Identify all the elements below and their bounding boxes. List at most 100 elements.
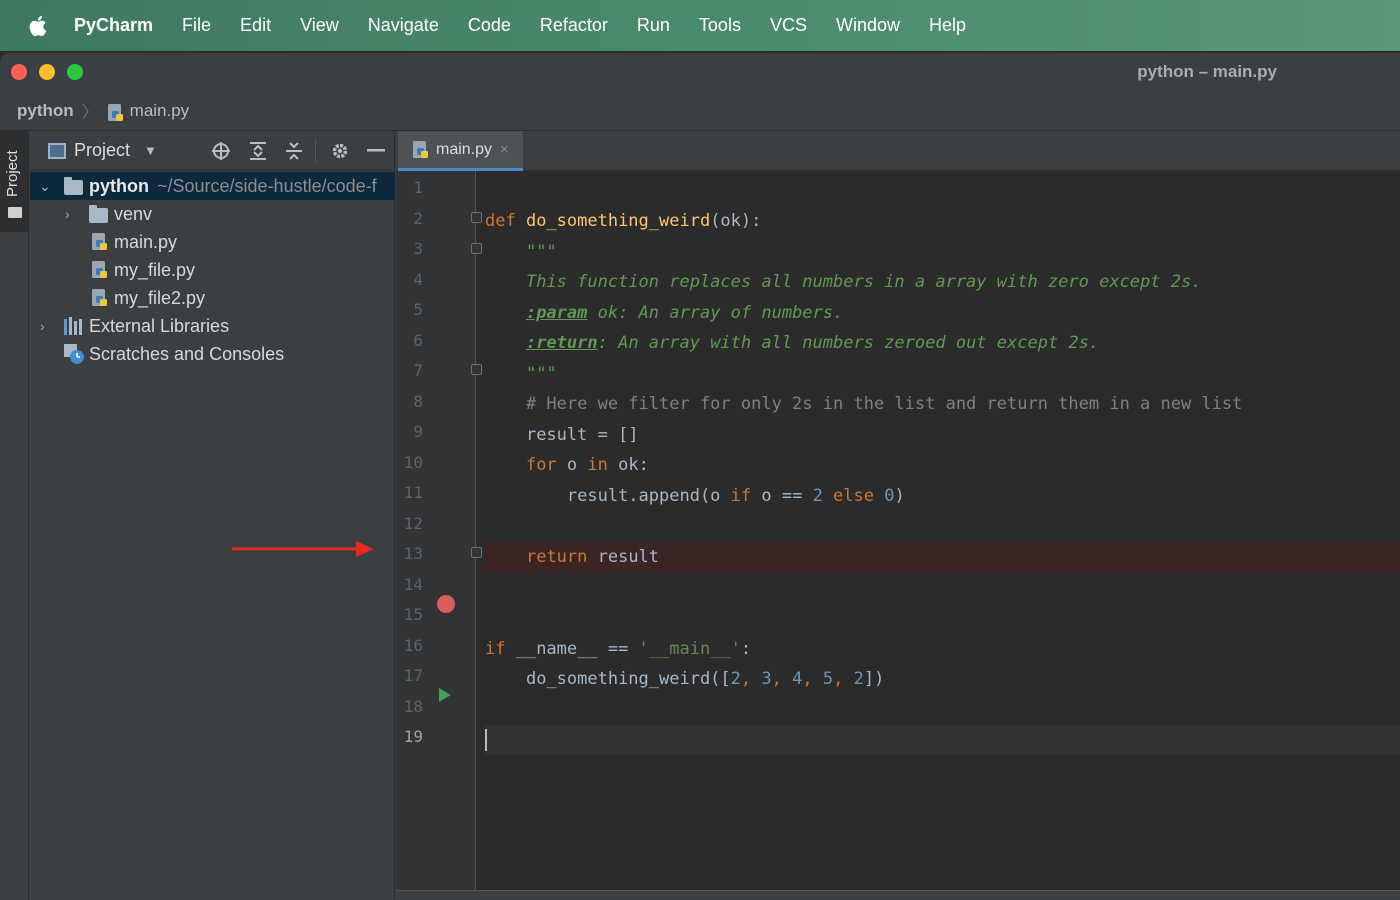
python-file-icon [91, 232, 109, 252]
line-number: 17 [403, 666, 423, 685]
menu-code[interactable]: Code [468, 15, 511, 36]
menu-view[interactable]: View [300, 15, 339, 36]
tree-item-label: Scratches and Consoles [89, 343, 285, 364]
tree-item-venv[interactable]: › venv [30, 200, 395, 228]
code-editor: main.py × 1 2 3 4 5 6 7 8 9 10 11 12 13 … [396, 131, 1400, 900]
code-line-16: if __name__ == '__main__': [485, 639, 752, 659]
python-file-icon [91, 260, 109, 280]
menu-tools[interactable]: Tools [699, 15, 741, 36]
python-file-icon [412, 140, 430, 160]
ide-window: python – main.py python 〉 main.py Projec… [0, 53, 1400, 900]
macos-menu-bar: PyCharm File Edit View Navigate Code Ref… [0, 0, 1400, 51]
code-line-6: :return: An array with all numbers zeroe… [525, 333, 1100, 353]
chevron-right-icon[interactable]: › [40, 318, 45, 334]
line-number: 18 [403, 697, 423, 716]
line-number: 4 [413, 270, 423, 289]
line-number: 14 [403, 575, 423, 594]
line-number: 19 [403, 727, 423, 746]
breadcrumb-file[interactable]: main.py [130, 101, 190, 121]
tree-item-label: my_file.py [114, 259, 196, 280]
tree-item-main-py[interactable]: main.py [30, 228, 395, 256]
code-line-10: for o in ok: [525, 455, 649, 475]
code-line-5: :param ok: An array of numbers. [525, 303, 844, 323]
menu-vcs[interactable]: VCS [770, 15, 807, 36]
tree-item-label: my_file2.py [114, 287, 206, 308]
tree-item-label: main.py [114, 231, 178, 252]
gear-icon[interactable] [329, 140, 351, 162]
tab-label: main.py [436, 140, 493, 158]
menu-file[interactable]: File [182, 15, 211, 36]
tree-item-label: venv [114, 203, 153, 224]
project-panel: Project ▼ ⌄ python ~/Source/side-hustle/… [30, 131, 395, 900]
text-caret [485, 729, 487, 751]
code-line-2: def do_something_weird(ok): [485, 211, 762, 231]
menu-navigate[interactable]: Navigate [368, 15, 439, 36]
chevron-down-icon[interactable]: ⌄ [39, 178, 51, 195]
title-bar: python – main.py [0, 53, 1400, 91]
menu-refactor[interactable]: Refactor [540, 15, 608, 36]
menu-run[interactable]: Run [637, 15, 670, 36]
tree-item-my-file-py[interactable]: my_file.py [30, 256, 395, 284]
collapse-all-icon[interactable] [283, 140, 305, 162]
line-number: 7 [413, 361, 423, 380]
code-line-11: result.append(o if o == 2 else 0) [566, 486, 905, 506]
toolbar-divider [315, 139, 316, 163]
project-view-title[interactable]: Project [74, 140, 130, 161]
line-number: 13 [403, 544, 423, 563]
folder-icon [64, 177, 83, 195]
run-play-icon[interactable] [438, 687, 452, 708]
locate-file-crosshair-icon[interactable] [210, 140, 232, 162]
scratches-clock-icon [63, 343, 85, 368]
zoom-window-button[interactable] [67, 64, 83, 80]
view-dropdown-chevron-down-icon[interactable]: ▼ [144, 143, 157, 158]
code-line-13-breakpoint: return result [485, 542, 1400, 572]
app-name-menu[interactable]: PyCharm [74, 15, 153, 36]
project-tool-tab-label: Project [4, 150, 21, 197]
tree-item-my-file2-py[interactable]: my_file2.py [30, 284, 395, 312]
code-line-17: do_something_weird([2, 3, 4, 5, 2]) [525, 669, 885, 689]
project-tool-tab[interactable]: Project [0, 131, 29, 232]
tree-item-label: python [89, 175, 149, 196]
menu-help[interactable]: Help [929, 15, 966, 36]
folder-icon [89, 205, 108, 223]
python-file-icon [91, 288, 109, 308]
editor-tab-bar: main.py × [396, 131, 1400, 171]
fold-marker-icon[interactable] [471, 243, 482, 254]
line-number: 8 [413, 392, 423, 411]
library-bars-icon [64, 317, 84, 340]
minimize-window-button[interactable] [39, 64, 55, 80]
close-tab-icon[interactable]: × [500, 141, 509, 158]
fold-marker-icon[interactable] [471, 364, 482, 375]
menu-window[interactable]: Window [836, 15, 900, 36]
code-line-8: # Here we filter for only 2s in the list… [525, 394, 1243, 414]
tree-item-path: ~/Source/side-hustle/code-f [157, 175, 377, 196]
fold-marker-icon[interactable] [471, 547, 482, 558]
breakpoint-icon[interactable] [437, 595, 455, 613]
tree-item-python-root[interactable]: ⌄ python ~/Source/side-hustle/code-f [30, 172, 395, 200]
close-window-button[interactable] [11, 64, 27, 80]
menu-edit[interactable]: Edit [240, 15, 271, 36]
expand-all-icon[interactable] [247, 140, 269, 162]
tab-main-py[interactable]: main.py × [398, 131, 523, 171]
code-line-3: """ [525, 242, 557, 262]
hide-panel-minus-icon[interactable] [365, 140, 387, 162]
breadcrumb-project[interactable]: python [17, 101, 74, 121]
line-number: 1 [413, 178, 423, 197]
folder-icon [8, 207, 22, 218]
editor-gutter[interactable]: 1 2 3 4 5 6 7 8 9 10 11 12 13 14 15 16 1… [396, 171, 482, 890]
tree-item-scratches[interactable]: Scratches and Consoles [30, 340, 395, 368]
apple-icon[interactable] [0, 14, 74, 38]
breadcrumb-separator-icon: 〉 [81, 103, 99, 122]
tree-item-external-libraries[interactable]: › External Libraries [30, 312, 395, 340]
line-number: 6 [413, 331, 423, 350]
code-line-9: result = [] [525, 425, 639, 445]
line-number: 2 [413, 209, 423, 228]
project-panel-header: Project ▼ [30, 131, 394, 171]
chevron-right-icon[interactable]: › [65, 206, 70, 222]
bottom-status-strip [396, 890, 1400, 900]
annotation-arrow-icon [232, 539, 376, 564]
fold-marker-icon[interactable] [471, 212, 482, 223]
project-view-icon [48, 142, 66, 159]
line-number: 3 [413, 239, 423, 258]
left-tool-strip: Project [0, 131, 29, 900]
